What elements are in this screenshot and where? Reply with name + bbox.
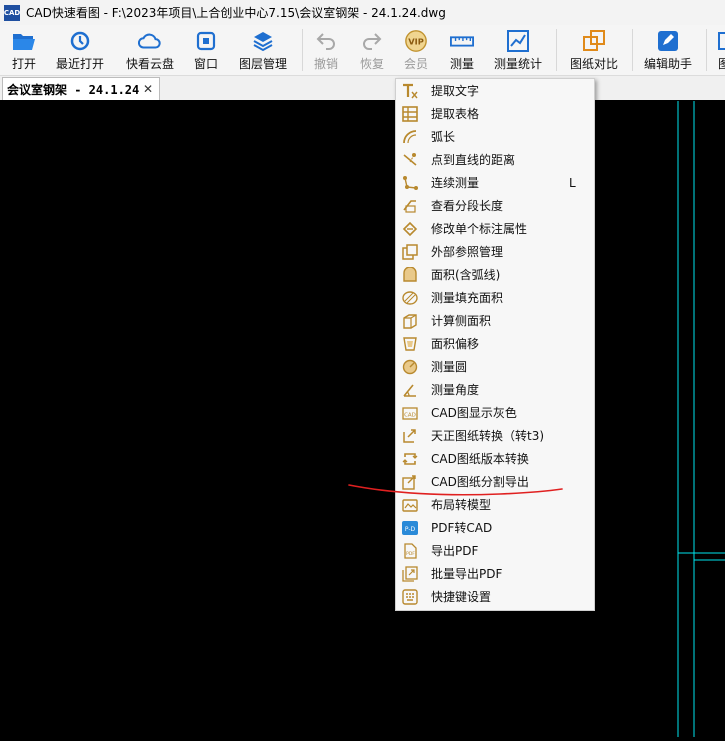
redo-icon <box>360 29 384 53</box>
window-button[interactable]: 窗口 <box>192 25 220 75</box>
edit-assistant-button[interactable]: 编辑助手 <box>642 25 694 75</box>
compare-icon <box>582 29 606 53</box>
layer-manager-button[interactable]: 图层管理 <box>236 25 290 75</box>
gray-display-icon: CAD <box>402 405 418 421</box>
menu-item-segment-length[interactable]: 查看分段长度 <box>396 194 594 217</box>
menu-item-pdf-to-cad[interactable]: P-D PDF转CAD <box>396 516 594 539</box>
shortcut-key: L <box>569 175 576 190</box>
area-offset-icon <box>402 336 418 352</box>
version-convert-icon <box>402 451 418 467</box>
batch-pdf-icon <box>402 565 418 582</box>
ruler-icon <box>450 29 474 53</box>
main-toolbar: 打开 最近打开 快看云盘 窗口 图层管理 撤销 恢复 VIP 会员 测量 测量统… <box>0 25 725 76</box>
menu-item-hatch-area[interactable]: 测量填充面积 <box>396 286 594 309</box>
title-bar: CAD CAD快速看图 - F:\2023年项目\上合创业中心7.15\会议室钢… <box>0 0 725 25</box>
export-pdf-icon: PDF <box>402 542 418 559</box>
menu-item-xref-manager[interactable]: 外部参照管理 <box>396 240 594 263</box>
side-area-icon <box>402 313 418 329</box>
menu-item-tangent-convert[interactable]: 天正图纸转换（转t3) <box>396 424 594 447</box>
drawing-compare-button[interactable]: 图纸对比 <box>568 25 620 75</box>
svg-text:P-D: P-D <box>405 526 416 533</box>
cloud-icon <box>138 29 162 53</box>
menu-item-version-convert[interactable]: CAD图纸版本转换 <box>396 447 594 470</box>
hatch-area-icon <box>402 290 418 306</box>
drawing-canvas[interactable] <box>0 101 725 737</box>
folder-open-icon <box>12 29 36 53</box>
toolbar-separator <box>556 29 557 71</box>
menu-item-measure-circle[interactable]: 测量圆 <box>396 355 594 378</box>
menu-item-split-export[interactable]: CAD图纸分割导出 <box>396 470 594 493</box>
menu-item-layout-to-model[interactable]: 布局转模型 <box>396 493 594 516</box>
svg-text:PDF: PDF <box>406 551 415 557</box>
menu-item-shortcut-settings[interactable]: 快捷键设置 <box>396 585 594 608</box>
cloud-drive-button[interactable]: 快看云盘 <box>122 25 178 75</box>
menu-item-measure-angle[interactable]: 测量角度 <box>396 378 594 401</box>
app-logo-icon: CAD <box>4 4 20 21</box>
measure-stats-icon <box>506 29 530 53</box>
point-line-distance-icon <box>402 152 418 168</box>
toolbar-separator <box>706 29 707 71</box>
xref-icon <box>402 243 418 260</box>
menu-item-export-pdf[interactable]: PDF 导出PDF <box>396 539 594 562</box>
measure-stats-button[interactable]: 测量统计 <box>492 25 544 75</box>
split-export-icon <box>402 474 418 490</box>
window-icon <box>194 29 218 53</box>
extract-table-icon <box>402 105 418 122</box>
edit-dimension-icon <box>402 221 418 237</box>
menu-item-side-area[interactable]: 计算侧面积 <box>396 309 594 332</box>
vip-dropdown-menu: 提取文字 提取表格 弧长 点到直线的距离 连续测量 L 查看分段长度 修改单个标… <box>395 78 595 611</box>
menu-item-batch-export-pdf[interactable]: 批量导出PDF <box>396 562 594 585</box>
toolbar-separator <box>632 29 633 71</box>
menu-item-area-offset[interactable]: 面积偏移 <box>396 332 594 355</box>
more-toolbar-button[interactable]: 图 <box>714 25 725 75</box>
document-tab[interactable]: 会议室钢架 - 24.1.24.dwg ✕ <box>2 77 160 100</box>
menu-item-arc-length[interactable]: 弧长 <box>396 125 594 148</box>
menu-item-area-arc[interactable]: 面积(含弧线) <box>396 263 594 286</box>
cad-drawing <box>677 101 725 737</box>
measure-button[interactable]: 测量 <box>448 25 476 75</box>
menu-item-gray-display[interactable]: CAD CAD图显示灰色 <box>396 401 594 424</box>
window-title: CAD快速看图 - F:\2023年项目\上合创业中心7.15\会议室钢架 - … <box>26 6 446 20</box>
undo-icon <box>314 29 338 53</box>
circle-measure-icon <box>402 359 418 375</box>
shortcut-settings-icon <box>402 588 418 605</box>
recent-clock-icon <box>68 29 92 53</box>
svg-text:VIP: VIP <box>408 37 424 47</box>
area-arc-icon <box>402 266 418 283</box>
angle-icon <box>402 382 418 398</box>
menu-item-edit-dimension[interactable]: 修改单个标注属性 <box>396 217 594 240</box>
more-icon <box>712 29 725 53</box>
segment-length-icon <box>402 198 418 214</box>
menu-item-extract-text[interactable]: 提取文字 <box>396 79 594 102</box>
tangent-convert-icon <box>402 428 418 444</box>
vip-button[interactable]: VIP 会员 <box>402 25 430 75</box>
vip-icon: VIP <box>404 29 428 53</box>
layout-model-icon <box>402 497 418 513</box>
undo-button[interactable]: 撤销 <box>312 25 340 75</box>
pdf-to-cad-icon: P-D <box>402 520 418 536</box>
redo-button[interactable]: 恢复 <box>358 25 386 75</box>
toolbar-separator <box>302 29 303 71</box>
document-tab-bar: 会议室钢架 - 24.1.24.dwg ✕ <box>0 76 725 100</box>
arc-length-icon <box>402 129 418 145</box>
document-tab-label: 会议室钢架 - 24.1.24.dwg <box>7 82 141 97</box>
layers-icon <box>251 29 275 53</box>
menu-item-continuous-measure[interactable]: 连续测量 L <box>396 171 594 194</box>
extract-text-icon <box>402 83 418 99</box>
recent-open-button[interactable]: 最近打开 <box>54 25 106 75</box>
open-button[interactable]: 打开 <box>8 25 40 75</box>
close-icon[interactable]: ✕ <box>143 82 153 96</box>
menu-item-extract-table[interactable]: 提取表格 <box>396 102 594 125</box>
edit-assistant-icon <box>656 29 680 53</box>
continuous-measure-icon <box>402 175 418 191</box>
svg-text:CAD: CAD <box>404 412 416 418</box>
menu-item-point-line-distance[interactable]: 点到直线的距离 <box>396 148 594 171</box>
